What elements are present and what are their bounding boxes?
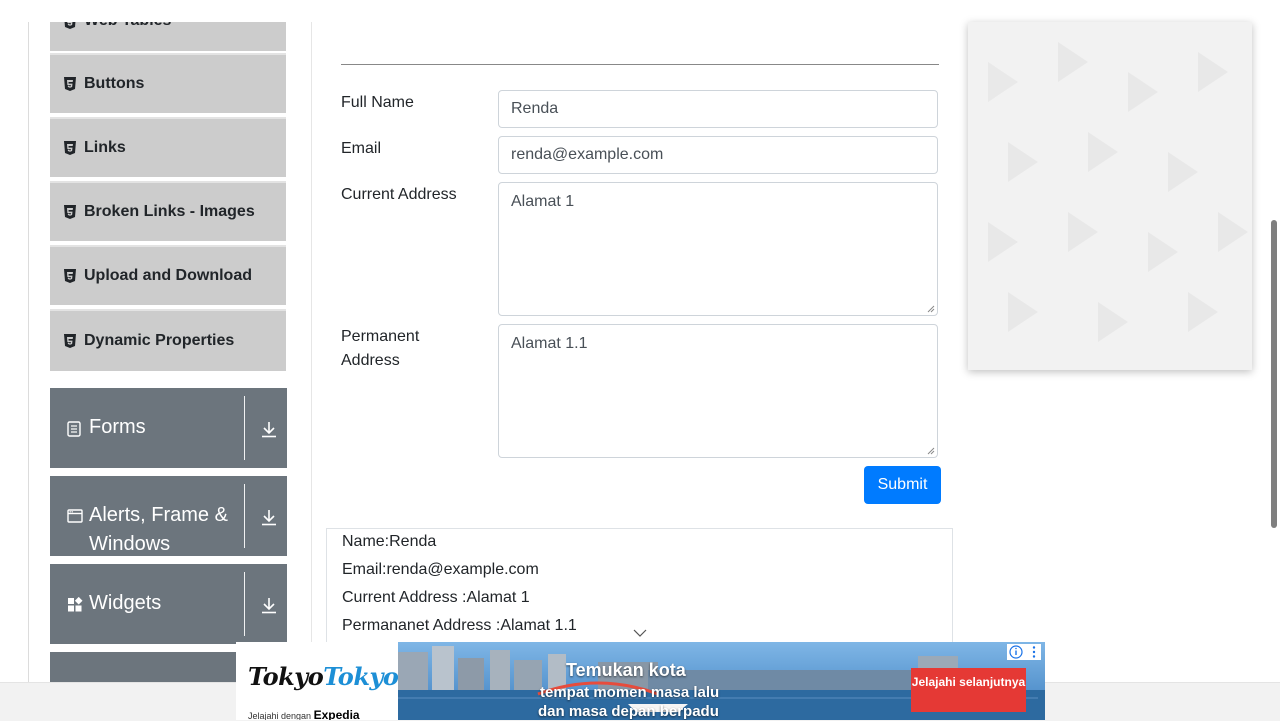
sidebar-group-widgets[interactable]: Widgets [50,564,287,644]
sidebar-item-label: Buttons [84,75,145,92]
download-icon[interactable] [261,508,277,526]
sidebar-group-label: Widgets [89,592,162,614]
sidebar-item-label: Links [84,139,126,156]
sidebar-group-label-line2: Windows [89,533,171,555]
banner-cta-button[interactable]: Jelajahi selanjutnya [911,668,1026,712]
banner-headline: Temukan kota [566,660,686,680]
sidebar-left-border [28,22,29,682]
email-input[interactable]: renda@example.com [498,136,938,174]
sidebar-item-broken-links[interactable]: Broken Links - Images [50,181,286,241]
full-name-input[interactable]: Renda [498,90,938,128]
full-name-label: Full Name [341,94,414,111]
banner-brand: TokyoTokyo [248,662,399,691]
sidebar-divider [311,22,312,682]
ad-info-controls[interactable] [1007,644,1041,660]
current-address-value: Alamat 1 [511,193,575,210]
sidebar-group-forms[interactable]: Forms [50,388,287,468]
permanent-address-value: Alamat 1.1 [511,335,588,352]
banner-logo-zone: TokyoTokyo Jelajahi dengan Expedia [236,642,399,720]
email-label: Email [341,140,382,157]
output-permanent-address: Permananet Address :Alamat 1.1 [342,617,577,634]
title-divider [341,64,939,65]
submit-button[interactable]: Submit [864,466,941,504]
output-current-address: Current Address :Alamat 1 [342,589,530,606]
side-ad-panel[interactable] [968,22,1252,370]
sidebar-group-separator [244,396,245,460]
sidebar-group-label-line1: Alerts, Frame & [89,504,228,526]
output-panel: Name:Renda Email:renda@example.com Curre… [326,528,953,658]
permanent-address-textarea[interactable]: Alamat 1.1 [498,324,938,458]
permanent-address-label-line2: Address [341,352,400,369]
download-icon[interactable] [261,420,277,438]
html5-icon [64,269,76,283]
download-icon[interactable] [261,596,277,614]
current-address-label: Current Address [341,186,457,203]
sidebar-item-buttons[interactable]: Buttons [50,53,286,113]
top-overflow-mask-2 [0,0,1280,22]
document-icon [67,421,81,437]
resize-handle-icon[interactable] [927,305,935,313]
sidebar-group-separator [244,572,245,636]
output-email: Email:renda@example.com [342,561,539,578]
sidebar-item-dynamic-properties[interactable]: Dynamic Properties [50,309,286,371]
html5-icon [64,205,76,219]
sidebar-item-upload-download[interactable]: Upload and Download [50,245,286,305]
html5-icon [64,77,76,91]
sidebar-item-label: Broken Links - Images [84,203,255,220]
sidebar-item-label: Upload and Download [84,267,252,284]
current-address-textarea[interactable]: Alamat 1 [498,182,938,316]
resize-handle-icon[interactable] [927,447,935,455]
html5-icon [64,141,76,155]
window-icon [67,509,83,523]
output-name: Name:Renda [342,533,437,550]
banner-line3: dan masa depan berpadu [538,703,719,720]
banner-ad[interactable]: TokyoTokyo Jelajahi dengan Expedia Temuk… [236,642,1045,720]
banner-tagline: Jelajahi dengan Expedia [248,708,360,720]
widgets-icon [68,597,83,612]
banner-line2: tempat momen masa lalu [540,684,720,701]
html5-icon [64,334,76,348]
sidebar-group-separator [244,484,245,548]
sidebar-item-links[interactable]: Links [50,117,286,177]
sidebar-group-label: Forms [89,416,146,438]
ad-info-icon[interactable] [1007,644,1041,660]
permanent-address-label-line1: Permanent [341,328,420,345]
sidebar-group-alerts-frame-windows[interactable]: Alerts, Frame & Windows [50,476,287,556]
scrollbar-thumb[interactable] [1271,220,1277,528]
triangle-pattern [988,42,1248,342]
sidebar-item-label: Dynamic Properties [84,332,235,349]
chevron-down-icon[interactable] [633,629,647,637]
